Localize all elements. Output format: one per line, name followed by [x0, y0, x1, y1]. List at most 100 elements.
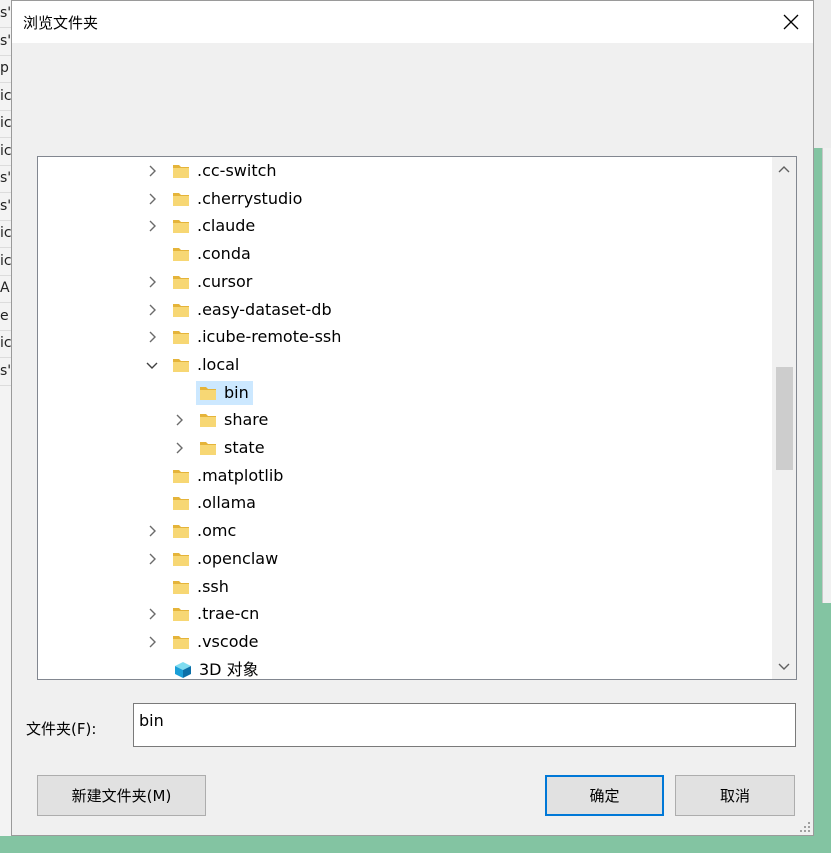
tree-item[interactable]: bin	[170, 380, 253, 405]
tree-item-icon	[198, 383, 218, 403]
tree-expander[interactable]	[143, 325, 161, 349]
folder-icon	[173, 220, 189, 234]
tree-expander[interactable]	[143, 159, 161, 183]
tree-item-content: .omc	[169, 519, 240, 543]
tree-item-label: .cherrystudio	[197, 188, 303, 208]
new-folder-button[interactable]: 新建文件夹(M)	[37, 775, 206, 816]
tree-item[interactable]: .icube-remote-ssh	[143, 325, 345, 349]
tree-expander[interactable]	[143, 630, 161, 654]
folder-icon	[173, 192, 189, 206]
tree-item-content: .openclaw	[169, 547, 282, 571]
tree-expander[interactable]	[143, 298, 161, 322]
tree-item-icon	[171, 300, 191, 320]
tree-item-icon	[171, 493, 191, 513]
chevron-right-icon	[149, 553, 156, 565]
tree-item-label: .openclaw	[197, 548, 279, 568]
tree-item-icon	[171, 216, 191, 236]
tree-item-content: 3D 对象	[171, 658, 263, 679]
folder-field-label: 文件夹(F):	[26, 720, 97, 738]
tree-item-icon	[171, 355, 191, 375]
tree-item[interactable]: .local	[143, 353, 243, 377]
folder-icon	[173, 469, 189, 483]
chevron-down-icon	[778, 663, 790, 670]
tree-item[interactable]: share	[170, 408, 272, 432]
tree-expander-empty	[143, 575, 161, 599]
tree-item-label: .cursor	[197, 271, 253, 291]
folder-icon	[173, 303, 189, 317]
tree-item-label: bin	[224, 382, 249, 402]
close-button[interactable]	[768, 1, 813, 43]
tree-expander[interactable]	[143, 602, 161, 626]
folder-icon	[173, 165, 189, 178]
tree-item-content: share	[196, 408, 272, 432]
tree-item-label: .trae-cn	[197, 604, 260, 624]
folder-name-input[interactable]	[133, 703, 796, 747]
resize-grip-icon[interactable]	[799, 821, 811, 833]
tree-item-label: state	[224, 438, 265, 457]
tree-item[interactable]: .cherrystudio	[143, 187, 306, 211]
folder-icon	[200, 414, 216, 428]
tree-item[interactable]: 3D 对象	[171, 658, 263, 679]
scroll-down-button[interactable]	[772, 655, 796, 679]
chevron-up-icon	[778, 166, 790, 173]
tree-item-label: .icube-remote-ssh	[197, 327, 342, 347]
tree-item[interactable]: .cursor	[143, 270, 256, 294]
tree-item[interactable]: .easy-dataset-db	[143, 298, 336, 322]
tree-item-content: .cursor	[169, 270, 256, 294]
chevron-right-icon	[149, 525, 156, 537]
3d-objects-icon	[175, 661, 191, 678]
tree-item-content: .claude	[169, 214, 259, 238]
tree-item-content: .easy-dataset-db	[169, 298, 336, 322]
folder-icon	[200, 386, 216, 400]
chevron-right-icon	[149, 276, 156, 288]
folder-icon	[173, 635, 189, 649]
tree-expander[interactable]	[143, 353, 161, 377]
tree-item[interactable]: .conda	[143, 242, 255, 266]
tree-expander-empty	[143, 464, 161, 488]
tree-item[interactable]: .claude	[143, 214, 259, 238]
tree-item-label: share	[224, 410, 269, 430]
background-window-scrollbar	[822, 148, 831, 603]
chevron-right-icon	[149, 608, 156, 620]
tree-expander[interactable]	[170, 408, 188, 432]
tree-item[interactable]: .trae-cn	[143, 602, 263, 626]
chevron-right-icon	[149, 304, 156, 315]
scroll-up-button[interactable]	[772, 157, 796, 181]
tree-item-icon	[171, 161, 191, 181]
tree-item[interactable]: .ssh	[143, 575, 233, 599]
tree-expander[interactable]	[143, 547, 161, 571]
tree-item-label: .vscode	[197, 631, 259, 651]
chevron-right-icon	[149, 331, 156, 343]
tree-item[interactable]: .omc	[143, 519, 240, 543]
tree-item-label: .ollama	[197, 493, 256, 513]
tree-expander[interactable]	[143, 214, 161, 238]
tree-item[interactable]: state	[170, 436, 269, 460]
tree-item[interactable]: .matplotlib	[143, 464, 287, 488]
close-icon	[783, 14, 798, 30]
tree-item[interactable]: .cc-switch	[143, 159, 281, 183]
tree-expander-empty	[143, 242, 161, 266]
tree-item[interactable]: .openclaw	[143, 547, 282, 571]
tree-item-icon	[198, 438, 218, 458]
tree-expander[interactable]	[143, 187, 161, 211]
tree-item-icon	[171, 272, 191, 292]
tree-item[interactable]: .ollama	[143, 491, 260, 515]
tree-item-label: .local	[197, 354, 240, 374]
folder-icon	[173, 275, 189, 289]
tree-item-label: .matplotlib	[197, 465, 284, 485]
tree-item-content: .ollama	[169, 491, 260, 515]
ok-button[interactable]: 确定	[545, 775, 664, 816]
tree-expander[interactable]	[143, 270, 161, 294]
tree-expander[interactable]	[170, 436, 188, 460]
folder-icon	[173, 248, 189, 262]
folder-tree-view[interactable]: .cc-switch .cherrystudio .claude .conda .cur…	[37, 156, 797, 680]
tree-item-content: bin	[196, 380, 253, 405]
scrollbar-thumb[interactable]	[776, 366, 793, 470]
tree-item-label: .claude	[197, 216, 256, 236]
vertical-scrollbar[interactable]	[772, 157, 796, 679]
tree-item[interactable]: .vscode	[143, 630, 262, 654]
cancel-button[interactable]: 取消	[675, 775, 795, 816]
tree-expander[interactable]	[143, 519, 161, 543]
tree-item-icon	[198, 410, 218, 430]
chevron-right-icon	[149, 193, 156, 205]
